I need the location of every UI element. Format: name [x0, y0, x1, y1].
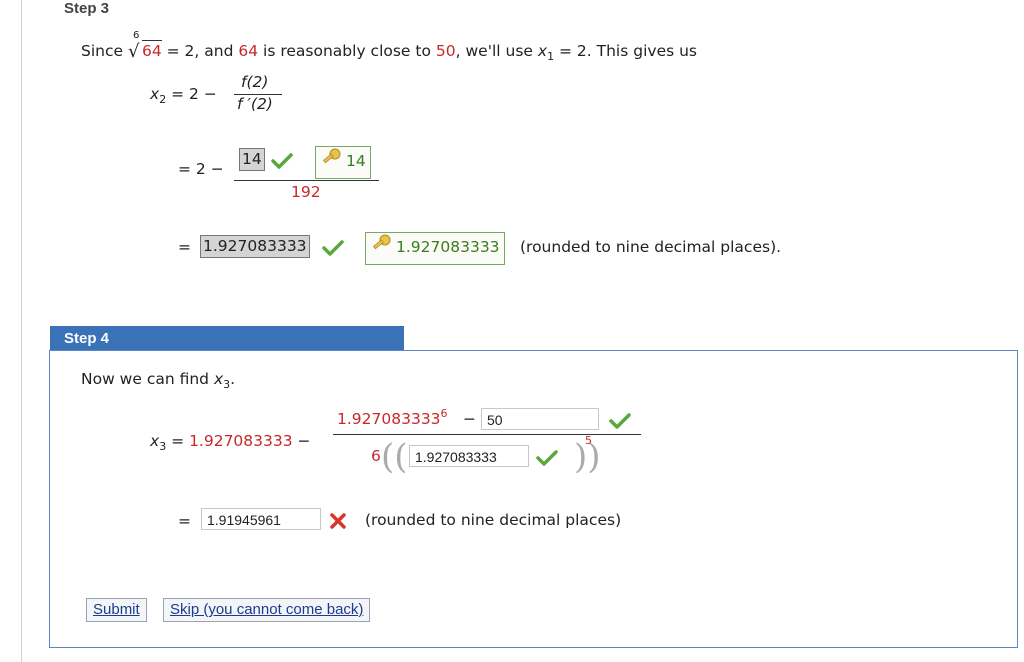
- denominator-coef: 6: [371, 447, 381, 465]
- key-answer-box-14: 14: [315, 146, 371, 179]
- radicand: 64: [141, 40, 162, 60]
- line2-lhs: = 2 −: [178, 160, 224, 178]
- denominator-exponent: 5: [585, 434, 592, 447]
- x2-eq: = 2 −: [171, 85, 217, 103]
- x2-var: x: [150, 85, 160, 103]
- key-icon: [322, 148, 341, 164]
- number-64: 64: [238, 42, 259, 60]
- step3-intro: Since 6 √ 64 = 2, and 64 is reasonably c…: [81, 30, 698, 63]
- numerator-base: 1.9270833336: [337, 407, 448, 428]
- step3-label: Step 3: [64, 0, 110, 17]
- left-rule: [21, 0, 22, 662]
- answer-box-1927: 1.927083333: [200, 235, 310, 258]
- number-50: 50: [435, 42, 456, 60]
- x3-lhs: x3 = 1.927083333 −: [150, 432, 311, 453]
- skip-button[interactable]: Skip (you cannot come back): [163, 598, 371, 622]
- check-icon: [271, 153, 293, 169]
- fraction1-denominator: f ′(2): [237, 95, 273, 113]
- x3-period: .: [230, 370, 236, 388]
- x2-sub: 2: [159, 93, 167, 106]
- x1-eq-text: = 2. This gives us: [559, 42, 698, 60]
- radical-sign: 6 √: [127, 30, 140, 62]
- denominator-input[interactable]: 1.927083333: [409, 445, 529, 467]
- numerator-input[interactable]: 50: [481, 408, 599, 430]
- x3-var: x: [213, 370, 224, 388]
- fraction-x3-bar: [333, 434, 641, 435]
- step4-intro-text: Now we can find: [81, 370, 210, 388]
- denominator-192: 192: [291, 183, 321, 201]
- x1-var: x: [537, 42, 548, 60]
- x2-lhs: x2 = 2 −: [150, 85, 217, 106]
- x1-sub: 1: [547, 50, 555, 63]
- incorrect-x-icon: [330, 513, 346, 529]
- x3-sub: 3: [223, 378, 231, 391]
- step4-label: Step 4: [64, 330, 110, 347]
- result-input[interactable]: 1.91945961: [201, 508, 321, 530]
- fraction2-bar: [234, 180, 379, 181]
- check-icon: [609, 413, 631, 429]
- step4-tab: Step 4: [50, 326, 404, 350]
- key-answer-value: 1.927083333: [396, 238, 500, 256]
- numerator-minus: −: [463, 410, 476, 428]
- submit-button[interactable]: Submit: [86, 598, 147, 622]
- key-answer-value: 14: [346, 152, 366, 170]
- since-text: Since: [81, 42, 124, 60]
- fraction1-numerator: f(2): [241, 73, 269, 91]
- eq1-text: = 2, and: [166, 42, 234, 60]
- check-icon: [322, 240, 344, 256]
- x3-value: 1.927083333: [189, 432, 293, 450]
- key-answer-box-1927: 1.927083333: [365, 232, 505, 265]
- tail-text: , we'll use: [455, 42, 533, 60]
- mid-text: is reasonably close to: [263, 42, 431, 60]
- answer-box-14: 14: [239, 148, 265, 171]
- check-icon: [536, 450, 558, 466]
- rounding-note-step4: (rounded to nine decimal places): [365, 511, 622, 529]
- result-eq: =: [178, 512, 191, 530]
- root-index: 6: [132, 30, 140, 41]
- open-paren: ((: [381, 437, 408, 477]
- key-icon: [372, 234, 391, 250]
- line3-eq: =: [178, 238, 191, 256]
- rounding-note-step3: (rounded to nine decimal places).: [520, 238, 782, 256]
- step4-intro: Now we can find x3.: [81, 370, 236, 391]
